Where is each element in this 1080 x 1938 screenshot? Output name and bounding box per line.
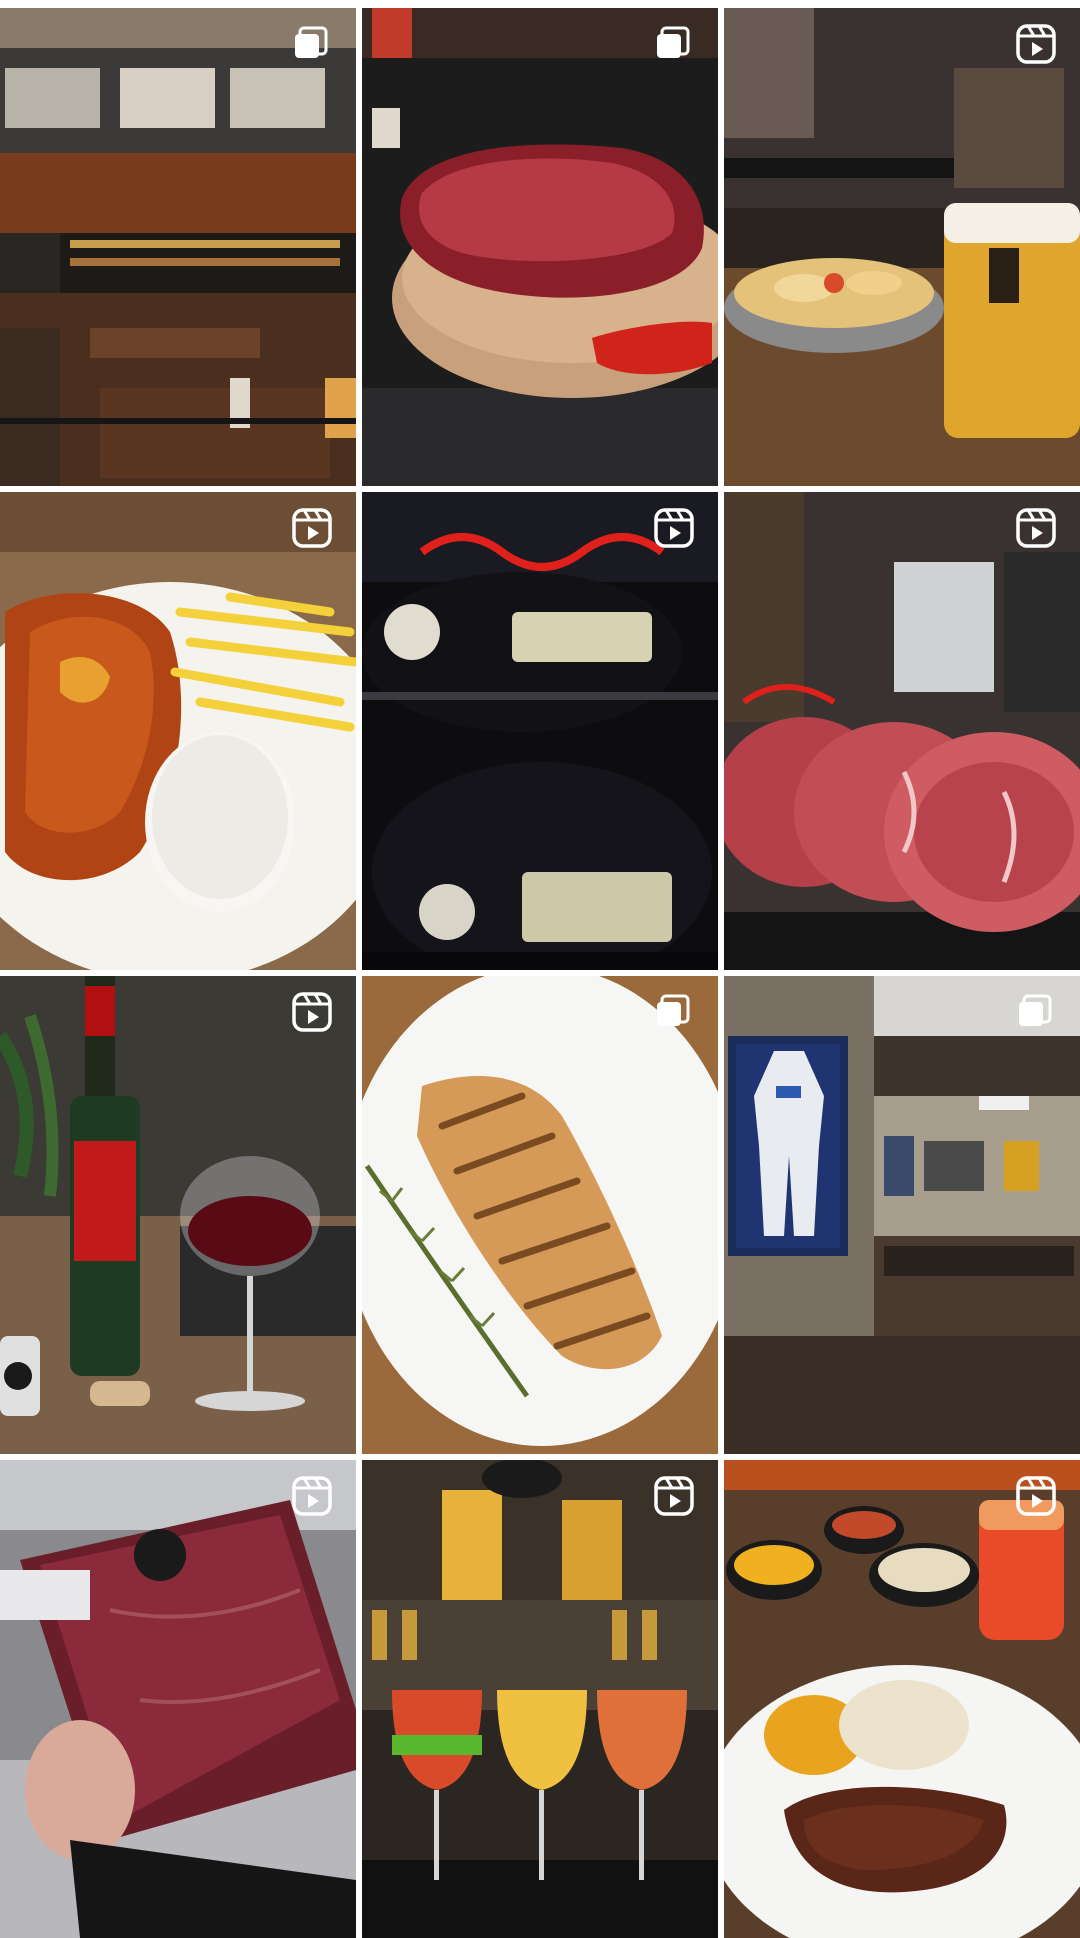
post-thumbnail	[724, 8, 1080, 486]
reels-icon	[290, 1474, 334, 1518]
post-thumbnail	[724, 1460, 1080, 1938]
post-thumbnail	[724, 492, 1080, 970]
grid-post[interactable]	[0, 8, 356, 486]
reels-icon	[652, 506, 696, 550]
post-thumbnail	[0, 8, 356, 486]
grid-post[interactable]	[0, 492, 356, 970]
reels-icon	[1014, 1474, 1058, 1518]
post-thumbnail	[0, 976, 356, 1454]
carousel-icon	[1014, 990, 1058, 1034]
grid-post[interactable]	[0, 1460, 356, 1938]
post-thumbnail	[362, 492, 718, 970]
reels-icon	[652, 1474, 696, 1518]
carousel-icon	[652, 990, 696, 1034]
post-thumbnail	[0, 1460, 356, 1938]
post-thumbnail	[362, 976, 718, 1454]
grid-post[interactable]	[724, 1460, 1080, 1938]
carousel-icon	[652, 22, 696, 66]
reels-icon	[1014, 506, 1058, 550]
post-thumbnail	[362, 8, 718, 486]
grid-post[interactable]	[0, 976, 356, 1454]
carousel-icon	[290, 22, 334, 66]
reels-icon	[290, 990, 334, 1034]
grid-post[interactable]	[724, 8, 1080, 486]
post-thumbnail	[0, 492, 356, 970]
top-divider	[0, 0, 1080, 8]
reels-icon	[1014, 22, 1058, 66]
grid-post[interactable]	[362, 492, 718, 970]
grid-post[interactable]	[362, 8, 718, 486]
grid-post[interactable]	[724, 976, 1080, 1454]
grid-post[interactable]	[362, 976, 718, 1454]
reels-icon	[290, 506, 334, 550]
post-thumbnail	[724, 976, 1080, 1454]
post-thumbnail	[362, 1460, 718, 1938]
grid-post[interactable]	[724, 492, 1080, 970]
grid-post[interactable]	[362, 1460, 718, 1938]
profile-post-grid	[0, 8, 1080, 1938]
